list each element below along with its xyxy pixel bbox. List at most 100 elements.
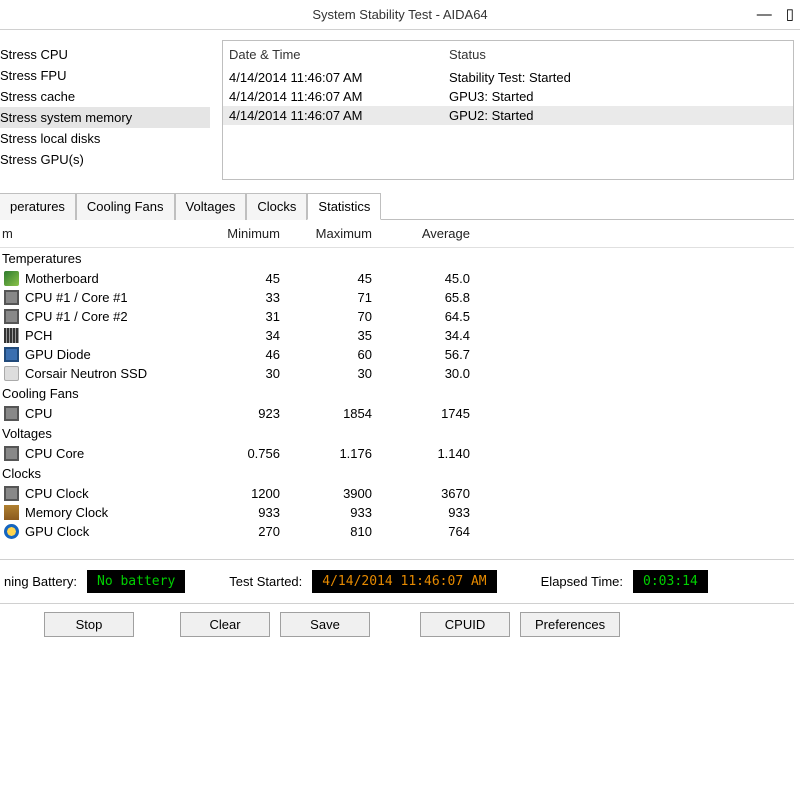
stats-row[interactable]: GPU Clock270810764 — [0, 522, 794, 541]
stats-max-value: 1854 — [280, 406, 372, 421]
preferences-button[interactable]: Preferences — [520, 612, 620, 637]
stats-max-value: 35 — [280, 328, 372, 343]
stats-min-value: 923 — [200, 406, 280, 421]
sensor-icon — [4, 366, 19, 381]
stats-item-name: PCH — [25, 328, 200, 343]
stats-max-value: 810 — [280, 524, 372, 539]
stats-row[interactable]: GPU Diode466056.7 — [0, 345, 794, 364]
stats-item-name: Corsair Neutron SSD — [25, 366, 200, 381]
test-started-label: Test Started: — [229, 574, 302, 589]
sensor-icon — [4, 271, 19, 286]
stats-row[interactable]: CPU Clock120039003670 — [0, 484, 794, 503]
stats-avg-value: 56.7 — [372, 347, 470, 362]
stress-item[interactable]: Stress FPU — [0, 65, 210, 86]
log-row[interactable]: 4/14/2014 11:46:07 AMGPU3: Started — [223, 87, 793, 106]
stats-row[interactable]: Motherboard454545.0 — [0, 269, 794, 288]
stats-avg-value: 30.0 — [372, 366, 470, 381]
stress-item[interactable]: Stress local disks — [0, 128, 210, 149]
test-started-value: 4/14/2014 11:46:07 AM — [312, 570, 496, 593]
stress-type-list[interactable]: Stress CPUStress FPUStress cacheStress s… — [0, 40, 210, 180]
stats-item-name: Motherboard — [25, 271, 200, 286]
save-button[interactable]: Save — [280, 612, 370, 637]
stats-row[interactable]: Memory Clock933933933 — [0, 503, 794, 522]
sensor-icon — [4, 290, 19, 305]
log-cell-status: GPU2: Started — [449, 108, 787, 123]
tab-cooling-fans[interactable]: Cooling Fans — [76, 193, 175, 220]
stats-max-value: 30 — [280, 366, 372, 381]
stats-item-name: GPU Clock — [25, 524, 200, 539]
log-row-empty — [223, 147, 793, 169]
stats-min-value: 0.756 — [200, 446, 280, 461]
stats-row[interactable]: CPU #1 / Core #1337165.8 — [0, 288, 794, 307]
stats-item-name: GPU Diode — [25, 347, 200, 362]
stats-item-name: CPU #1 / Core #2 — [25, 309, 200, 324]
log-cell-datetime: 4/14/2014 11:46:07 AM — [229, 70, 449, 85]
stress-item[interactable]: Stress system memory — [0, 107, 210, 128]
sensor-icon — [4, 328, 19, 343]
sensor-icon — [4, 505, 19, 520]
log-cell-status: GPU3: Started — [449, 89, 787, 104]
log-cell-datetime: 4/14/2014 11:46:07 AM — [229, 89, 449, 104]
stats-header-max: Maximum — [280, 226, 372, 241]
window-title: System Stability Test - AIDA64 — [312, 7, 487, 22]
tab-clocks[interactable]: Clocks — [246, 193, 307, 220]
log-header-datetime: Date & Time — [229, 47, 449, 62]
event-log[interactable]: Date & Time Status 4/14/2014 11:46:07 AM… — [222, 40, 794, 180]
log-row[interactable]: 4/14/2014 11:46:07 AMGPU2: Started — [223, 106, 793, 125]
log-cell-datetime: 4/14/2014 11:46:07 AM — [229, 108, 449, 123]
elapsed-label: Elapsed Time: — [541, 574, 623, 589]
cpuid-button[interactable]: CPUID — [420, 612, 510, 637]
log-row[interactable]: 4/14/2014 11:46:07 AMStability Test: Sta… — [223, 68, 793, 87]
stats-row[interactable]: PCH343534.4 — [0, 326, 794, 345]
minimize-icon[interactable]: — — [757, 0, 772, 30]
stats-group-label: Voltages — [0, 423, 794, 444]
stop-button[interactable]: Stop — [44, 612, 134, 637]
button-bar: Stop Clear Save CPUID Preferences — [0, 604, 794, 645]
stats-min-value: 270 — [200, 524, 280, 539]
stats-item-name: CPU — [25, 406, 200, 421]
stats-item-name: Memory Clock — [25, 505, 200, 520]
stress-item[interactable]: Stress CPU — [0, 44, 210, 65]
stats-min-value: 46 — [200, 347, 280, 362]
stats-row[interactable]: CPU92318541745 — [0, 404, 794, 423]
stats-max-value: 933 — [280, 505, 372, 520]
stress-item[interactable]: Stress cache — [0, 86, 210, 107]
stats-avg-value: 1745 — [372, 406, 470, 421]
stats-min-value: 34 — [200, 328, 280, 343]
sensor-icon — [4, 347, 19, 362]
stats-header-item: m — [0, 226, 200, 241]
stats-min-value: 933 — [200, 505, 280, 520]
stress-item[interactable]: Stress GPU(s) — [0, 149, 210, 170]
tab-peratures[interactable]: peratures — [0, 193, 76, 220]
stats-avg-value: 45.0 — [372, 271, 470, 286]
event-log-header: Date & Time Status — [223, 41, 793, 68]
stats-row[interactable]: CPU Core0.7561.1761.140 — [0, 444, 794, 463]
stats-max-value: 71 — [280, 290, 372, 305]
stats-header-avg: Average — [372, 226, 470, 241]
clear-button[interactable]: Clear — [180, 612, 270, 637]
log-cell-status: Stability Test: Started — [449, 70, 787, 85]
battery-label: ning Battery: — [4, 574, 77, 589]
stats-row[interactable]: Corsair Neutron SSD303030.0 — [0, 364, 794, 383]
stats-avg-value: 34.4 — [372, 328, 470, 343]
stats-avg-value: 65.8 — [372, 290, 470, 305]
log-header-status: Status — [449, 47, 787, 62]
statistics-table: m Minimum Maximum Average TemperaturesMo… — [0, 220, 794, 541]
tab-statistics[interactable]: Statistics — [307, 193, 381, 220]
sensor-icon — [4, 524, 19, 539]
maximize-icon[interactable]: ▯ — [786, 0, 794, 30]
statistics-header: m Minimum Maximum Average — [0, 220, 794, 248]
tab-voltages[interactable]: Voltages — [175, 193, 247, 220]
stats-min-value: 31 — [200, 309, 280, 324]
stats-avg-value: 64.5 — [372, 309, 470, 324]
stats-min-value: 1200 — [200, 486, 280, 501]
sensor-icon — [4, 309, 19, 324]
titlebar: System Stability Test - AIDA64 — ▯ — [0, 0, 800, 30]
stats-min-value: 45 — [200, 271, 280, 286]
tab-bar: peraturesCooling FansVoltagesClocksStati… — [0, 192, 794, 220]
sensor-icon — [4, 486, 19, 501]
stats-avg-value: 1.140 — [372, 446, 470, 461]
stats-row[interactable]: CPU #1 / Core #2317064.5 — [0, 307, 794, 326]
stats-max-value: 70 — [280, 309, 372, 324]
stats-item-name: CPU #1 / Core #1 — [25, 290, 200, 305]
